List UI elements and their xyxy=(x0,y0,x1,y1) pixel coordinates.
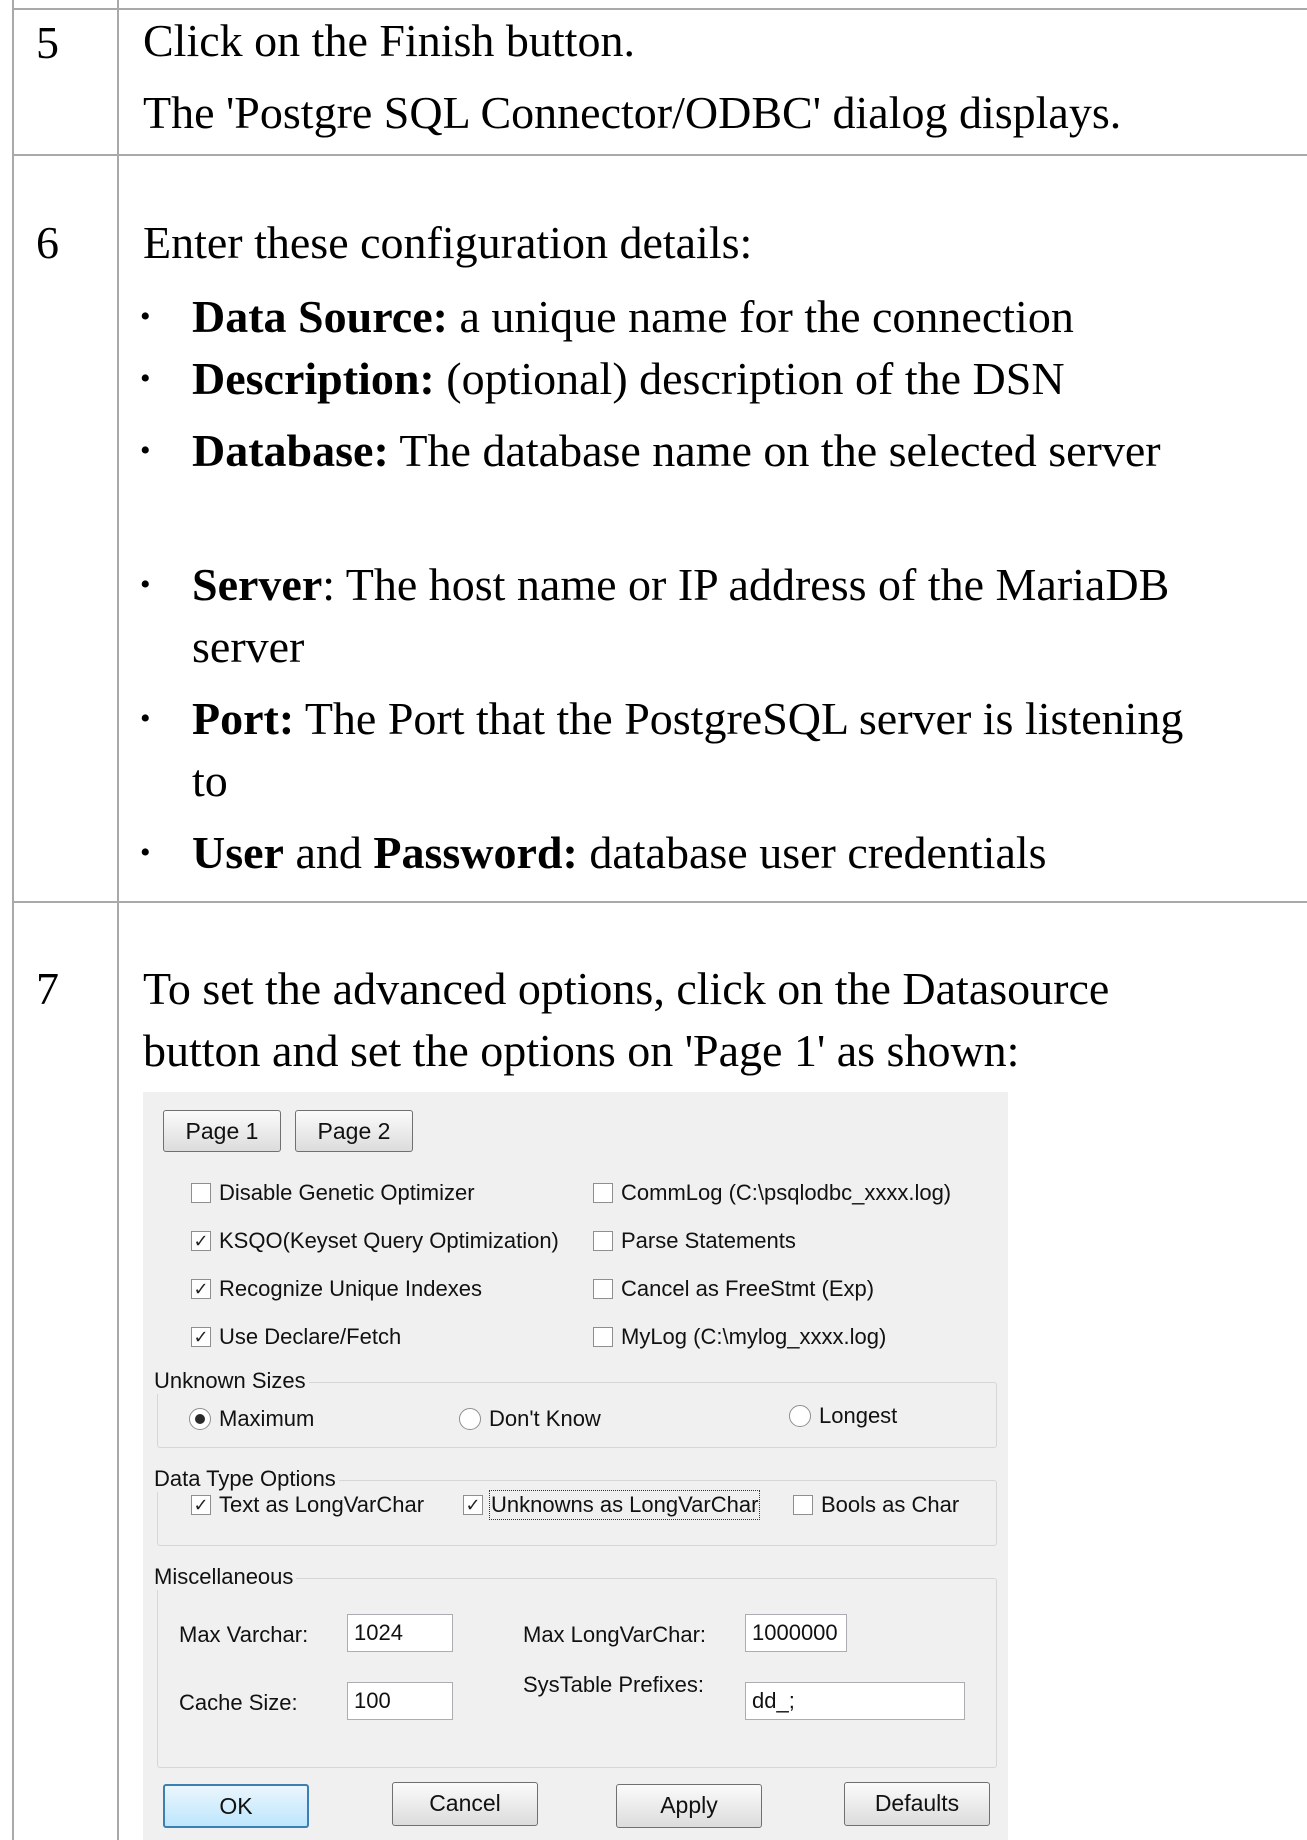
checkbox-box[interactable] xyxy=(593,1327,613,1347)
radio-circle[interactable] xyxy=(459,1408,481,1430)
step-5-line-2: The 'Postgre SQL Connector/ODBC' dialog … xyxy=(143,87,1122,138)
ok-button[interactable]: OK xyxy=(163,1784,309,1828)
radio-longest[interactable]: Longest xyxy=(789,1403,897,1429)
list-item: • Server: The host name or IP address of… xyxy=(140,559,1170,672)
cancel-as-freestmt-checkbox[interactable]: Cancel as FreeStmt (Exp) xyxy=(593,1276,874,1302)
apply-button[interactable]: Apply xyxy=(616,1784,762,1828)
max-longvarchar-field[interactable]: 1000000 xyxy=(745,1614,847,1652)
list-item: • Description: (optional) description of… xyxy=(140,353,1065,404)
row-divider-6-7 xyxy=(12,901,1307,903)
list-item: • Port: The Port that the PostgreSQL ser… xyxy=(140,693,1184,806)
checkbox-box[interactable]: ✓ xyxy=(191,1495,211,1515)
defaults-button[interactable]: Defaults xyxy=(844,1782,990,1826)
miscellaneous-title: Miscellaneous xyxy=(151,1564,297,1590)
table-column-divider xyxy=(117,0,119,1840)
disable-genetic-optimizer-checkbox[interactable]: Disable Genetic Optimizer xyxy=(191,1180,475,1206)
list-item: • Data Source: a unique name for the con… xyxy=(140,291,1074,342)
tab-page-2[interactable]: Page 2 xyxy=(295,1110,413,1152)
systable-prefixes-label: SysTable Prefixes: xyxy=(523,1672,704,1697)
radio-maximum[interactable]: Maximum xyxy=(189,1406,314,1432)
systable-prefixes-field[interactable]: dd_; xyxy=(745,1682,965,1720)
text-as-longvarchar-checkbox[interactable]: ✓ Text as LongVarChar xyxy=(191,1492,424,1518)
checkbox-box[interactable]: ✓ xyxy=(191,1231,211,1251)
checkbox-box[interactable] xyxy=(593,1231,613,1251)
step-number-7: 7 xyxy=(36,963,59,1014)
step-5-line-1: Click on the Finish button. xyxy=(143,15,635,66)
odbc-advanced-options-dialog: Page 1 Page 2 Disable Genetic Optimizer … xyxy=(143,1092,1008,1840)
checkbox-box[interactable]: ✓ xyxy=(191,1327,211,1347)
checkbox-box[interactable] xyxy=(593,1279,613,1299)
checkbox-box[interactable] xyxy=(191,1183,211,1203)
use-declare-fetch-checkbox[interactable]: ✓ Use Declare/Fetch xyxy=(191,1324,401,1350)
step-7-line-1: To set the advanced options, click on th… xyxy=(143,963,1110,1014)
mylog-checkbox[interactable]: MyLog (C:\mylog_xxxx.log) xyxy=(593,1324,886,1350)
unknown-sizes-title: Unknown Sizes xyxy=(151,1368,309,1394)
row-divider-5-6 xyxy=(12,154,1307,156)
cancel-button[interactable]: Cancel xyxy=(392,1782,538,1826)
table-left-border xyxy=(12,0,14,1840)
checkbox-box[interactable] xyxy=(793,1495,813,1515)
max-longvarchar-label: Max LongVarChar: xyxy=(523,1622,707,1647)
recognize-unique-indexes-checkbox[interactable]: ✓ Recognize Unique Indexes xyxy=(191,1276,482,1302)
checkbox-box[interactable]: ✓ xyxy=(191,1279,211,1299)
max-varchar-field[interactable]: 1024 xyxy=(347,1614,453,1652)
list-item: • Database: The database name on the sel… xyxy=(140,425,1161,476)
ksqo-checkbox[interactable]: ✓ KSQO(Keyset Query Optimization) xyxy=(191,1228,559,1254)
tab-page-1[interactable]: Page 1 xyxy=(163,1110,281,1152)
checkbox-box[interactable]: ✓ xyxy=(463,1495,483,1515)
checkbox-box[interactable] xyxy=(593,1183,613,1203)
parse-statements-checkbox[interactable]: Parse Statements xyxy=(593,1228,796,1254)
cache-size-label: Cache Size: xyxy=(179,1690,298,1715)
data-type-options-title: Data Type Options xyxy=(151,1466,339,1492)
radio-dont-know[interactable]: Don't Know xyxy=(459,1406,601,1432)
radio-circle[interactable] xyxy=(189,1408,211,1430)
step-number-5: 5 xyxy=(36,17,59,68)
bools-as-char-checkbox[interactable]: Bools as Char xyxy=(793,1492,959,1518)
step-7-line-2: button and set the options on 'Page 1' a… xyxy=(143,1025,1020,1076)
unknowns-as-longvarchar-checkbox[interactable]: ✓ Unknowns as LongVarChar xyxy=(463,1490,761,1520)
cache-size-field[interactable]: 100 xyxy=(347,1682,453,1720)
max-varchar-label: Max Varchar: xyxy=(179,1622,309,1647)
commlog-checkbox[interactable]: CommLog (C:\psqlodbc_xxxx.log) xyxy=(593,1180,951,1206)
list-item: • User and Password: database user crede… xyxy=(140,827,1047,878)
config-details-list: • Data Source: a unique name for the con… xyxy=(140,286,1300,884)
step-6-intro: Enter these configuration details: xyxy=(143,217,753,268)
step-number-6: 6 xyxy=(36,217,59,268)
radio-circle[interactable] xyxy=(789,1405,811,1427)
